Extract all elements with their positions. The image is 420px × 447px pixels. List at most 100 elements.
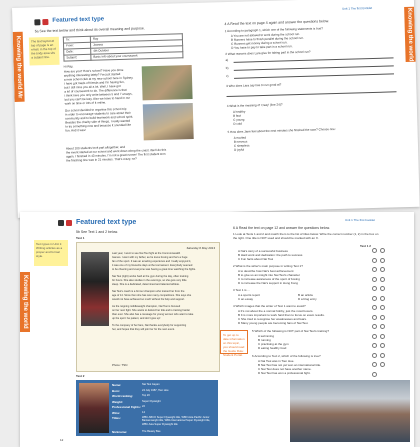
option-item: D Many young people are becoming fans of… [238,321,309,325]
answer-circle[interactable] [372,314,377,320]
option-item: D to increase the Nai's support in Hong … [238,281,298,285]
type-icon-2 [42,18,49,26]
front-right-header: 6 A Read the text on page 12 and answer … [233,226,330,230]
front-q1-header: Text 1 2 [360,244,371,248]
back-right-tab: Knowing the world [404,6,416,63]
answer-circle[interactable] [380,314,385,320]
fact-key: Nickname: [112,430,128,434]
back-q2: 2 What reasons does Lara give for taking… [225,49,311,57]
answer-circle[interactable] [380,324,385,329]
answer-circle[interactable] [372,343,377,348]
answer-line[interactable] [234,73,395,79]
fact-value: The Beauty Bee [142,430,161,433]
answer-part-label: b) [225,65,229,71]
answer-line[interactable] [233,65,394,71]
back-q4: 4 What is the meaning of 'crazy' (line 2… [226,102,283,109]
answer-part-label: a) [225,57,229,63]
answer-circle[interactable] [372,295,377,301]
answer-circle[interactable] [372,324,377,329]
type-icon-2 [66,220,72,226]
fact-key: Name: [112,383,122,387]
news-line: to be cheering and everyone was having a… [112,268,196,271]
fact-key: Wins: [112,410,121,415]
front-title: Featured text type [76,219,137,226]
fact-value: Nai Tsui Gayan [142,383,160,386]
back-q5: 5 How does Jane feel about the next minu… [227,127,336,135]
email-line: fun. And it was! [65,127,86,133]
photo-runners-1 [141,65,193,101]
front-unit-label: Unit 1 The first booklet [345,218,375,222]
fact-key: Titles: [112,416,121,420]
answer-line[interactable] [233,57,394,63]
fact-value: 24 July 1987, Tien Hoe [142,388,169,392]
fact-key: Professional Fights: [112,405,141,409]
back-title: Featured text type [52,16,105,24]
news-line: sleep. She is a dedicated, determined an… [112,283,180,286]
type-icon-1 [58,220,64,226]
answer-circle[interactable] [372,362,377,367]
back-page: Knowing the world Mr Knowing the world F… [12,0,420,218]
answer-circle[interactable] [380,267,385,272]
answer-circle[interactable] [380,362,385,367]
text2-label: Text 2 [76,374,85,378]
answer-circle[interactable] [380,352,385,358]
answer-part-label: c) [225,73,229,79]
back-sticky-note: The text layout at top of page is an ema… [28,36,60,66]
fact-value: Top 20 [142,394,150,397]
answer-circle[interactable] [372,248,377,253]
type-icon-1 [34,19,41,26]
news-line: up the sport: be patient, and don't give… [112,317,161,320]
email-line: work on time or lots of it online. [64,100,107,106]
front-q5: 5 Which of the following is NOT part of … [252,329,329,333]
back-q3: 3 Who does Lara say has to run good at? [226,82,282,89]
answer-circle[interactable] [380,257,385,263]
photo-boxer [81,252,109,326]
answer-circle[interactable] [372,276,377,282]
option-item: D Nai Tsui has won a professional fight. [258,371,311,375]
fact-key: Born: [112,388,120,393]
answer-circle[interactable] [372,352,377,358]
answer-line[interactable] [226,91,397,98]
fact-value: Super Flyweight [142,399,161,403]
front-sticky-note: Text types in Unit 1: Writing articles a… [34,240,68,266]
email-paragraph-1: How are you? How's school? Have you done… [64,67,139,106]
option-item: D You have to pay to take part in a scho… [231,44,293,50]
answer-circle[interactable] [372,257,377,263]
news-footer: Photo: TSN [112,363,128,367]
answer-circle[interactable] [380,276,385,282]
text1-label: Text 1 [76,236,85,240]
answer-circles [372,248,392,383]
answer-circle[interactable] [372,305,377,310]
answer-circle[interactable] [380,248,385,253]
front-q1: 1 Look at Texts 1 and 2 and match them t… [233,232,379,240]
answer-circle[interactable] [372,267,377,272]
option-item: D cold [233,121,242,126]
front-sticky-note-2: To get up to date information on this to… [220,330,248,357]
front-q4: 4 Which images that the writer of Text 1… [233,304,306,308]
answer-circle[interactable] [380,343,385,348]
photo-boxer-2 [79,383,109,433]
answer-circle[interactable] [372,286,377,291]
answer-circle[interactable] [372,371,377,377]
answer-circle[interactable] [380,286,385,291]
page-number: 12 [60,438,64,442]
option-item: D eating healthy food [258,346,287,350]
fact-key: World ranking: [112,394,134,398]
back-right-header: 4 A Read the text on page 4 again and an… [224,19,330,27]
answer-circle[interactable] [372,333,377,339]
news-date: Saturday 6 May 2013 [186,246,215,250]
option-item: D a blog entry [298,297,317,301]
fact-value: 14 [142,410,145,414]
answer-circle[interactable] [380,295,385,301]
back-left-tab: Knowing the world Mr [12,31,25,102]
newspaper-text: Saturday 6 May 2013 Last year, I went to… [76,242,220,372]
front-q6: 6 According to Text 2, which of the foll… [252,354,321,358]
front-page: Knowing the world Featured text type 5b … [20,212,414,447]
email-line: the finishing line was in 21 minutes. Th… [66,156,137,163]
email-paragraph-2: Our school decided to organise this scho… [65,106,140,133]
fact-value: WBC ABCO Super Flyweight title, WBO Asia… [142,416,211,426]
answer-circle[interactable] [380,305,385,310]
answer-circle[interactable] [380,333,385,339]
fact-key: Weight: [112,399,123,404]
front-task: 5b See Text 1 and 2 below. [76,230,118,234]
